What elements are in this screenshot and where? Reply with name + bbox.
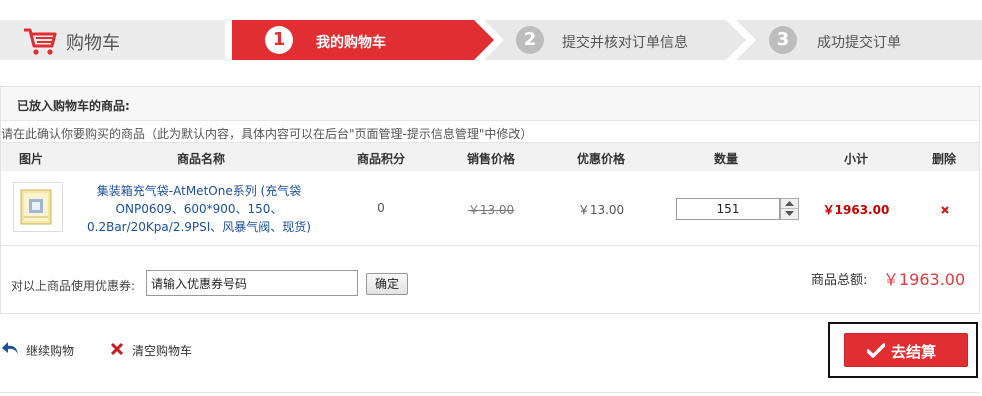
column-header-quantity: 数量 [713, 152, 738, 166]
coupon-label: 对以上商品使用优惠券: [11, 279, 136, 293]
step-my-cart: 1 我的购物车 [232, 20, 494, 60]
step-label: 我的购物车 [316, 35, 386, 51]
cart-panel-header: 已放入购物车的商品: [1, 87, 979, 121]
step-number: 3 [769, 26, 797, 54]
step-order-submitted: 3 成功提交订单 [736, 20, 982, 60]
checkout-steps: 购物车 1 我的购物车 2 提交并核对订单信息 3 成功提交订单 [0, 20, 982, 60]
return-arrow-icon [2, 342, 18, 354]
cart-header: 购物车 [0, 20, 225, 60]
close-icon [110, 342, 124, 356]
continue-shopping-label: 继续购物 [26, 344, 75, 358]
cart-panel-title: 已放入购物车的商品: [17, 99, 130, 113]
step-label: 提交并核对订单信息 [562, 35, 688, 51]
clear-cart-label: 清空购物车 [132, 344, 193, 358]
cart-table-header: 图片 商品名称 商品积分 销售价格 优惠价格 数量 小计 删除 [1, 142, 979, 171]
checkmark-icon [867, 343, 885, 358]
column-header-delete: 删除 [931, 152, 956, 166]
checkout-highlight: 去结算 [828, 322, 978, 378]
column-header-price: 销售价格 [466, 152, 515, 166]
product-name-link[interactable]: 集装箱充气袋-AtMetOne系列 (充气袋 ONP0609、600*900、1… [87, 182, 311, 236]
quantity-stepper [780, 198, 799, 220]
product-discount-price: ￥13.00 [577, 203, 625, 217]
total-label: 商品总额: [811, 273, 868, 288]
coupon-confirm-button[interactable]: 确定 [366, 273, 408, 295]
checkout-button[interactable]: 去结算 [844, 333, 968, 367]
shopping-cart-icon [24, 28, 57, 55]
clear-cart-link[interactable]: 清空购物车 [108, 340, 208, 358]
column-header-subtotal: 小计 [843, 152, 868, 166]
cart-title: 购物车 [66, 33, 120, 54]
product-subtotal: ￥1963.00 [822, 203, 890, 217]
divider [0, 392, 980, 393]
arrow-up-icon [785, 201, 794, 206]
quantity-increase-button[interactable] [781, 199, 798, 209]
step-label: 成功提交订单 [817, 35, 901, 51]
column-header-points: 商品积分 [356, 152, 405, 166]
table-row: 集装箱充气袋-AtMetOne系列 (充气袋 ONP0609、600*900、1… [1, 172, 979, 246]
product-image[interactable] [13, 182, 63, 232]
coupon-input[interactable] [146, 270, 358, 296]
step-number: 1 [265, 26, 293, 54]
delete-icon[interactable] [939, 204, 951, 216]
step-number: 2 [516, 26, 544, 54]
cart-panel: 已放入购物车的商品: 请在此确认你要购买的商品（此为默认内容，具体内容可以在后台… [0, 86, 980, 314]
checkout-label: 去结算 [891, 343, 937, 361]
column-header-name: 商品名称 [176, 152, 225, 166]
product-thumbnail-icon [20, 189, 52, 225]
total-amount: ￥1963.00 [883, 270, 966, 289]
product-price: ￥13.00 [467, 203, 515, 217]
continue-shopping-link[interactable]: 继续购物 [2, 340, 92, 358]
arrow-down-icon [785, 211, 794, 216]
column-header-discount: 优惠价格 [576, 152, 625, 166]
column-header-image: 图片 [18, 152, 43, 166]
step-confirm-order: 2 提交并核对订单信息 [484, 20, 746, 60]
product-points: 0 [377, 201, 385, 215]
quantity-decrease-button[interactable] [781, 209, 798, 219]
cart-notice: 请在此确认你要购买的商品（此为默认内容，具体内容可以在后台"页面管理-提示信息管… [1, 127, 533, 141]
quantity-input[interactable] [676, 198, 780, 220]
